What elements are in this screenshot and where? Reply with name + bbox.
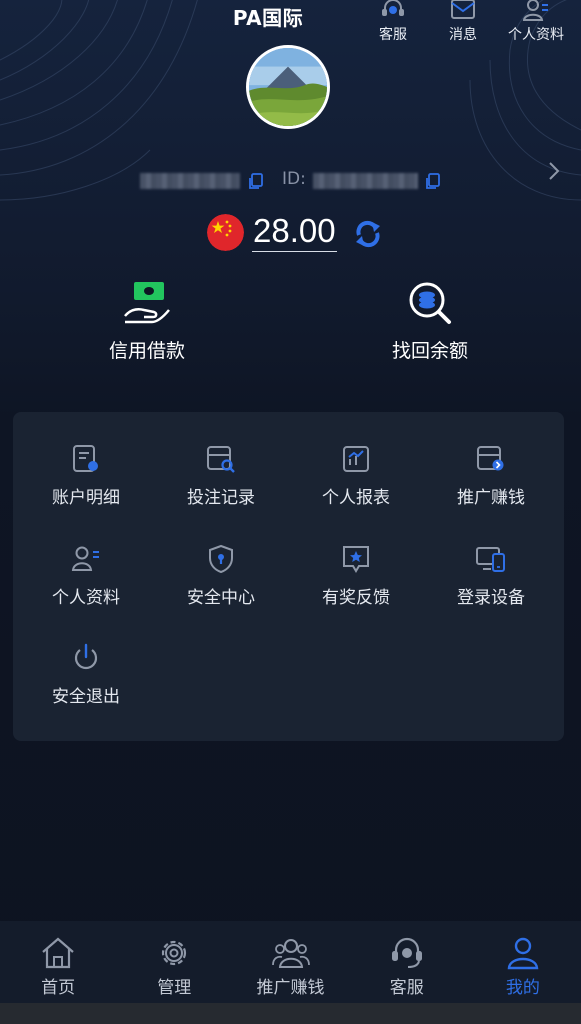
report-icon xyxy=(343,446,369,472)
menu-item-label: 有奖反馈 xyxy=(322,588,390,608)
avatar[interactable] xyxy=(246,45,330,129)
profile-page: PA国际 客服 消息 个人资料 ID: 28.00 信用借款 找回余额 账户明细… xyxy=(0,0,581,1024)
account-id-row: ID: xyxy=(0,168,581,194)
profile-icon xyxy=(71,546,99,571)
masked-username xyxy=(140,173,240,189)
bet-record-icon xyxy=(207,446,235,473)
system-bar xyxy=(0,1003,581,1024)
menu-item-logout[interactable]: 安全退出 xyxy=(19,642,153,722)
coin-search-icon xyxy=(409,282,451,324)
menu-item-label: 账户明细 xyxy=(52,488,120,508)
header-customer-service-label: 客服 xyxy=(379,27,407,43)
china-flag-icon xyxy=(207,214,244,251)
avatar-landscape-image xyxy=(249,48,327,126)
copy-id-icon[interactable] xyxy=(425,173,441,190)
nav-item-promote[interactable]: 推广赚钱 xyxy=(232,921,348,1003)
copy-username-icon[interactable] xyxy=(248,173,264,190)
gear-icon xyxy=(162,940,187,966)
menu-item-profile[interactable]: 个人资料 xyxy=(19,543,153,623)
user-card-icon xyxy=(522,0,548,21)
feedback-star-icon xyxy=(343,546,369,573)
nav-item-label: 首页 xyxy=(41,978,76,998)
menu-item-security-center[interactable]: 安全中心 xyxy=(154,543,288,623)
cash-hand-icon xyxy=(124,282,170,324)
menu-item-label: 个人报表 xyxy=(322,488,390,508)
nav-item-label: 客服 xyxy=(389,978,424,998)
header-profile-button[interactable]: 个人资料 xyxy=(503,0,569,46)
menu-item-login-devices[interactable]: 登录设备 xyxy=(424,543,558,623)
devices-icon xyxy=(476,547,505,572)
refresh-icon[interactable] xyxy=(353,219,383,249)
menu-item-account-detail[interactable]: 账户明细 xyxy=(19,443,153,523)
menu-item-feedback[interactable]: 有奖反馈 xyxy=(289,543,423,623)
bottom-nav: 首页 管理 推广赚钱 客服 我的 xyxy=(0,921,581,1003)
id-label: ID: xyxy=(282,169,306,189)
nav-item-customer-service[interactable]: 客服 xyxy=(349,921,465,1003)
menu-item-bet-record[interactable]: 投注记录 xyxy=(154,443,288,523)
header-customer-service-button[interactable]: 客服 xyxy=(363,0,423,46)
account-detail-icon xyxy=(73,445,98,472)
home-icon xyxy=(42,937,74,969)
headset-icon xyxy=(382,0,404,16)
promote-icon xyxy=(477,446,504,471)
security-shield-icon xyxy=(209,544,233,574)
nav-item-manage[interactable]: 管理 xyxy=(116,921,232,1003)
balance-amount: 28.00 xyxy=(252,211,337,252)
header-messages-label: 消息 xyxy=(449,27,477,43)
menu-item-label: 推广赚钱 xyxy=(457,488,525,508)
chevron-right-icon[interactable] xyxy=(547,160,561,182)
credit-loan-button[interactable]: 信用借款 xyxy=(47,280,247,370)
recover-balance-button[interactable]: 找回余额 xyxy=(330,280,530,370)
nav-item-label: 我的 xyxy=(505,978,540,998)
menu-item-label: 安全中心 xyxy=(187,588,255,608)
nav-item-label: 推广赚钱 xyxy=(256,978,325,998)
credit-loan-label: 信用借款 xyxy=(108,340,185,362)
recover-balance-label: 找回余额 xyxy=(391,340,468,362)
header-messages-button[interactable]: 消息 xyxy=(433,0,493,46)
menu-item-report[interactable]: 个人报表 xyxy=(289,443,423,523)
nav-item-home[interactable]: 首页 xyxy=(0,921,116,1003)
masked-user-id xyxy=(313,173,418,189)
menu-item-label: 投注记录 xyxy=(187,488,255,508)
header-profile-label: 个人资料 xyxy=(508,27,564,43)
headset-icon xyxy=(391,937,422,968)
menu-panel: 账户明细 投注记录 个人报表 推广赚钱 个人资料 安全中心 有奖反馈 登录设备 … xyxy=(13,412,564,741)
user-icon xyxy=(507,937,539,970)
menu-item-promote[interactable]: 推广赚钱 xyxy=(424,443,558,523)
nav-item-label: 管理 xyxy=(157,978,192,998)
envelope-icon xyxy=(451,0,475,19)
menu-item-label: 登录设备 xyxy=(457,588,525,608)
group-icon xyxy=(271,939,310,968)
power-icon xyxy=(74,643,98,670)
menu-item-label: 安全退出 xyxy=(52,687,120,707)
menu-item-label: 个人资料 xyxy=(52,588,120,608)
nav-item-mine[interactable]: 我的 xyxy=(465,921,581,1003)
